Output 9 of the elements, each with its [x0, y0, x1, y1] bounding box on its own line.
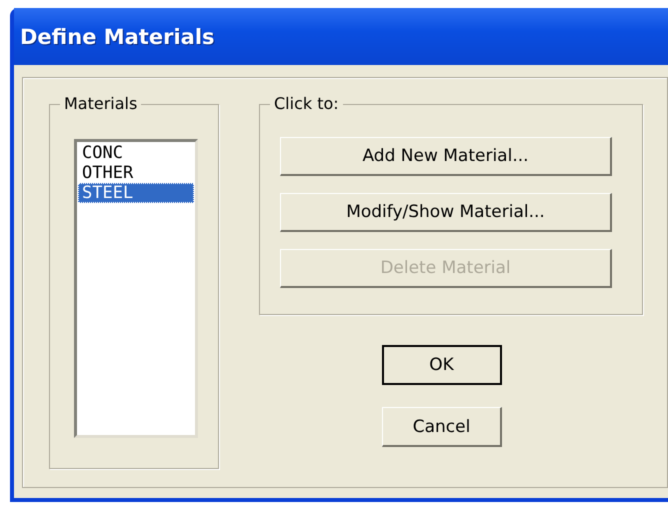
action-button[interactable]: Add New Material...: [280, 137, 612, 176]
list-item[interactable]: CONC: [78, 143, 194, 163]
ok-button[interactable]: OK: [382, 345, 502, 385]
window-title: Define Materials: [20, 24, 215, 48]
cancel-button[interactable]: Cancel: [382, 407, 502, 447]
materials-list[interactable]: CONC OTHER STEEL: [74, 139, 198, 438]
action-button[interactable]: Modify/Show Material...: [280, 193, 612, 232]
list-item[interactable]: OTHER: [78, 163, 194, 183]
list-item[interactable]: STEEL: [78, 183, 194, 203]
